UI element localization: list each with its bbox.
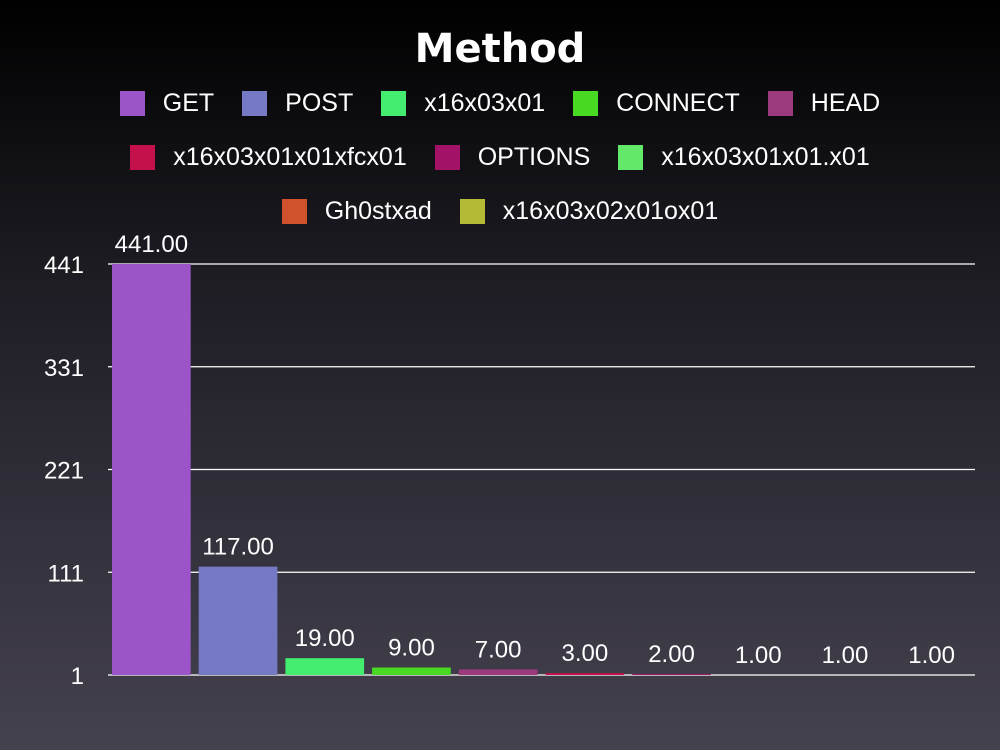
y-tick-label: 331 <box>44 355 84 382</box>
y-tick-label: 111 <box>48 560 84 587</box>
bar-value-label: 9.00 <box>388 635 435 662</box>
bar <box>112 264 191 675</box>
bar <box>632 674 711 675</box>
y-tick-label: 221 <box>44 458 84 485</box>
bar <box>198 566 278 675</box>
bar <box>372 667 451 675</box>
bar-value-label: 1.00 <box>735 642 782 669</box>
y-tick-label: 441 <box>44 252 84 279</box>
plot-area: 4413312211111441.00117.0019.00 9.00 7.00 3.… <box>44 231 975 690</box>
y-tick-label: 1 <box>71 663 84 690</box>
bar <box>458 669 538 675</box>
bar-value-label: 2.00 <box>648 641 695 668</box>
bar-value-label: 1.00 <box>908 642 955 669</box>
bar-value-label: 441.00 <box>115 231 188 258</box>
bar <box>545 673 625 675</box>
bar-value-label: 7.00 <box>475 636 522 663</box>
bar-value-label: 3.00 <box>561 640 608 667</box>
bar-value-label: 1.00 <box>822 642 869 669</box>
bar-value-label: 117.00 <box>202 534 274 561</box>
bar <box>285 658 365 675</box>
bar-value-label: 19.00 <box>295 625 355 652</box>
